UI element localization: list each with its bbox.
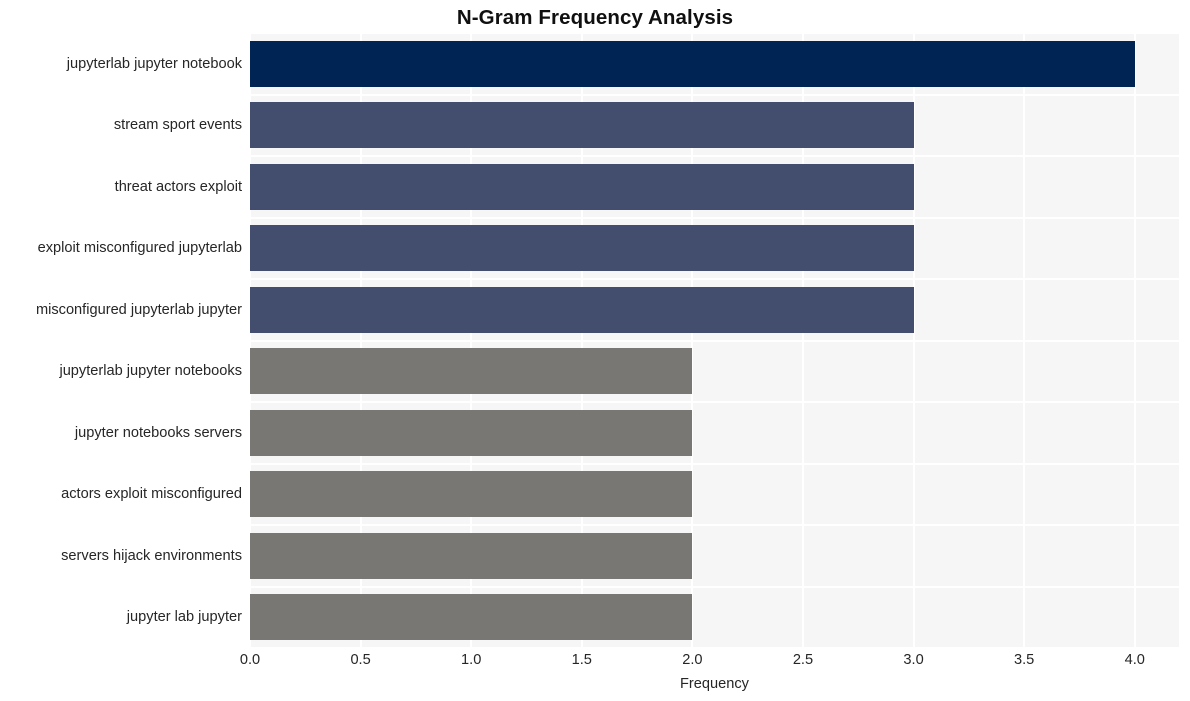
x-tick-label: 1.0 [461, 652, 482, 668]
bar [250, 532, 693, 579]
x-tick-label: 0.0 [239, 652, 261, 668]
y-tick-label: servers hijack environments [61, 547, 242, 564]
y-tick-label: misconfigured jupyterlab jupyter [35, 301, 242, 318]
bar [250, 348, 693, 395]
chart-figure: N-Gram Frequency Analysis jupyterlab jup… [0, 0, 1190, 701]
x-tick-label: 3.5 [1014, 652, 1035, 668]
bar [250, 409, 693, 456]
bars-layer [250, 33, 1179, 648]
bar [250, 225, 914, 272]
bar [250, 102, 914, 149]
y-tick-label: threat actors exploit [114, 178, 242, 195]
y-tick-label: jupyterlab jupyter notebooks [59, 363, 242, 380]
y-tick-label: jupyter lab jupyter [126, 609, 242, 626]
y-tick-label: actors exploit misconfigured [61, 486, 242, 503]
plot-area [249, 32, 1179, 649]
bar [250, 163, 914, 210]
bar [250, 471, 693, 518]
x-axis-title: Frequency [680, 676, 749, 692]
y-tick-label: jupyterlab jupyter notebook [66, 55, 242, 72]
y-tick-label: jupyter notebooks servers [74, 424, 242, 441]
bar [250, 594, 693, 641]
x-tick-label: 3.0 [903, 652, 924, 668]
y-tick-label: stream sport events [113, 117, 242, 134]
chart-title: N-Gram Frequency Analysis [456, 6, 734, 29]
bar [250, 40, 1135, 87]
x-axis-tick-labels: 0.0 0.5 1.0 1.5 2.0 2.5 3.0 3.5 4.0 [240, 650, 1179, 672]
x-tick-label: 0.5 [350, 652, 371, 668]
x-tick-label: 1.5 [571, 652, 592, 668]
x-tick-label: 4.0 [1124, 652, 1145, 668]
x-tick-label: 2.0 [682, 652, 703, 668]
bar [250, 286, 914, 333]
y-tick-label: exploit misconfigured jupyterlab [37, 240, 242, 257]
y-axis-tick-labels: jupyterlab jupyter notebook stream sport … [0, 33, 242, 648]
x-tick-label: 2.5 [792, 652, 814, 668]
